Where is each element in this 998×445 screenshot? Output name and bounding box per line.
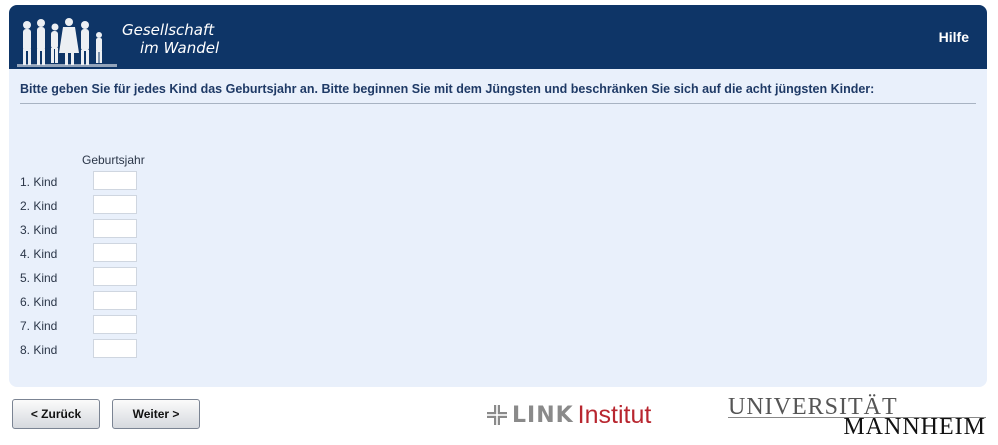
birth-year-input-8[interactable] bbox=[93, 339, 137, 358]
link-logo-institut: Institut bbox=[577, 400, 652, 429]
question-text: Bitte geben Sie für jedes Kind das Gebur… bbox=[20, 82, 976, 104]
child-row: 8. Kind bbox=[20, 338, 220, 362]
link-cross-icon bbox=[487, 405, 507, 425]
child-label: 7. Kind bbox=[20, 319, 58, 333]
link-logo-word: LINK bbox=[512, 402, 574, 428]
child-row: 4. Kind bbox=[20, 242, 220, 266]
help-link[interactable]: Hilfe bbox=[939, 29, 969, 45]
child-label: 1. Kind bbox=[20, 175, 58, 189]
child-row: 5. Kind bbox=[20, 266, 220, 290]
question-panel: Bitte geben Sie für jedes Kind das Gebur… bbox=[9, 69, 987, 387]
column-header-birth-year: Geburtsjahr bbox=[82, 153, 145, 167]
logo-line-1: Gesellschaft bbox=[122, 21, 215, 39]
people-silhouette-icon bbox=[17, 18, 117, 67]
child-row: 2. Kind bbox=[20, 194, 220, 218]
child-label: 5. Kind bbox=[20, 271, 58, 285]
child-row: 3. Kind bbox=[20, 218, 220, 242]
universitaet-mannheim-logo: UNIVERSITÄT MANNHEIM bbox=[728, 394, 986, 440]
child-label: 3. Kind bbox=[20, 223, 58, 237]
child-label: 8. Kind bbox=[20, 343, 58, 357]
child-row: 1. Kind bbox=[20, 170, 220, 194]
uni-logo-line-2: MANNHEIM bbox=[843, 414, 986, 440]
logo-text: Gesellschaft im Wandel bbox=[122, 21, 219, 57]
child-label: 4. Kind bbox=[20, 247, 58, 261]
next-button[interactable]: Weiter > bbox=[112, 399, 200, 429]
birth-year-input-7[interactable] bbox=[93, 315, 137, 334]
birth-year-input-1[interactable] bbox=[93, 171, 137, 190]
children-list: 1. Kind 2. Kind 3. Kind 4. Kind 5. Kind … bbox=[20, 170, 220, 362]
child-row: 7. Kind bbox=[20, 314, 220, 338]
link-institut-logo: LINK Institut bbox=[487, 400, 651, 430]
birth-year-input-5[interactable] bbox=[93, 267, 137, 286]
birth-year-input-6[interactable] bbox=[93, 291, 137, 310]
birth-year-input-4[interactable] bbox=[93, 243, 137, 262]
header-bar: Gesellschaft im Wandel Hilfe bbox=[9, 5, 987, 69]
gesellschaft-im-wandel-logo: Gesellschaft im Wandel bbox=[17, 13, 247, 69]
child-label: 2. Kind bbox=[20, 199, 58, 213]
birth-year-input-3[interactable] bbox=[93, 219, 137, 238]
child-label: 6. Kind bbox=[20, 295, 58, 309]
back-button[interactable]: < Zurück bbox=[12, 399, 100, 429]
child-row: 6. Kind bbox=[20, 290, 220, 314]
logo-line-2: im Wandel bbox=[140, 39, 220, 57]
birth-year-input-2[interactable] bbox=[93, 195, 137, 214]
